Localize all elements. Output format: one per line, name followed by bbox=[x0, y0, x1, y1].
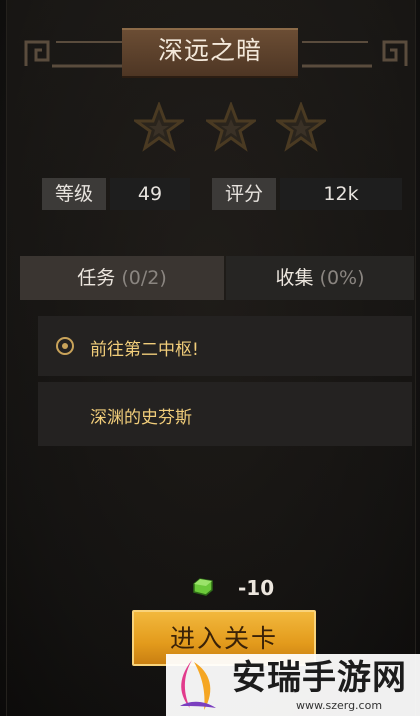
tab-collection-label: 收集 bbox=[275, 267, 314, 289]
left-ornament bbox=[24, 40, 122, 68]
score-label: 评分 bbox=[212, 178, 276, 210]
grade-label: 等级 bbox=[42, 178, 106, 210]
right-ornament bbox=[302, 40, 408, 68]
watermark-title: 安瑞手游网 bbox=[232, 658, 407, 698]
star-rating bbox=[134, 102, 334, 152]
star-empty-icon bbox=[276, 102, 326, 152]
tab-collection[interactable]: 收集 (0%) bbox=[226, 256, 414, 300]
quest-text: 深渊的史芬斯 bbox=[90, 408, 192, 428]
green-gem-icon bbox=[193, 578, 213, 596]
tab-tasks-label: 任务 bbox=[77, 267, 116, 289]
level-title: 深远之暗 bbox=[157, 36, 262, 65]
watermark-logo-icon bbox=[180, 660, 216, 710]
star-empty-icon bbox=[206, 102, 256, 152]
target-icon bbox=[56, 337, 74, 355]
star-empty-icon bbox=[134, 102, 184, 152]
watermark-url: www.szerg.com bbox=[296, 699, 383, 712]
tab-collection-count: (0%) bbox=[319, 267, 365, 289]
tab-tasks[interactable]: 任务 (0/2) bbox=[20, 256, 224, 300]
grade-value: 49 bbox=[110, 178, 190, 210]
quest-text: 前往第二中枢! bbox=[90, 340, 199, 360]
tab-tasks-count: (0/2) bbox=[121, 267, 167, 289]
cost-value: -10 bbox=[238, 576, 275, 600]
score-value: 12k bbox=[280, 178, 402, 210]
